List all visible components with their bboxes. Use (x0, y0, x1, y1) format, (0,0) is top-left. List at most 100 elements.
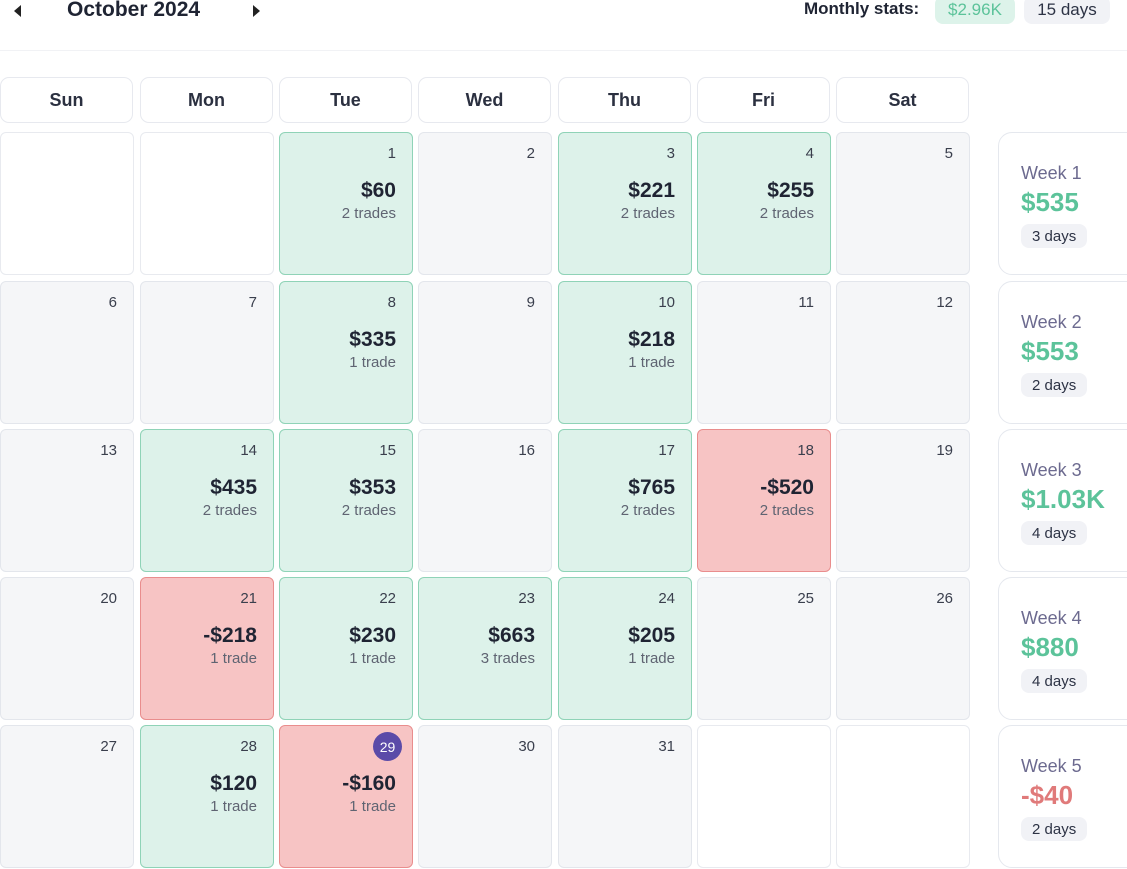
day-number: 19 (936, 442, 953, 459)
day-pnl-amount: $663 (488, 624, 535, 647)
day-trade-count: 1 trade (210, 650, 257, 667)
day-pnl-amount: $765 (628, 476, 675, 499)
day-number: 2 (526, 145, 535, 162)
calendar-day-cell[interactable]: 23 $663 3 trades (418, 577, 552, 720)
weekday-header-wed: Wed (418, 77, 551, 123)
day-number: 5 (944, 145, 953, 162)
week-days-badge: 2 days (1021, 817, 1088, 841)
day-trade-count: 2 trades (620, 502, 675, 519)
calendar-day-cell[interactable]: 12 (836, 281, 970, 424)
week-days-badge: 4 days (1021, 669, 1088, 693)
day-pnl-amount: $120 (210, 772, 257, 795)
weekday-header-sat: Sat (836, 77, 969, 123)
calendar-day-cell[interactable]: 31 (558, 725, 692, 868)
calendar-day-cell[interactable]: 2 (418, 132, 552, 275)
weekday-header-fri: Fri (697, 77, 830, 123)
monthly-stats-label: Monthly stats: (804, 0, 920, 18)
day-number: 30 (518, 738, 535, 755)
day-number: 10 (658, 294, 675, 311)
calendar-day-cell[interactable]: 21 -$218 1 trade (140, 577, 274, 720)
day-pnl-amount: $60 (360, 179, 396, 202)
day-trade-count: 2 trades (202, 502, 257, 519)
calendar-day-cell[interactable]: 29 -$160 1 trade (279, 725, 413, 868)
day-number: 23 (518, 590, 535, 607)
day-number: 13 (100, 442, 117, 459)
day-trade-count: 2 trades (759, 205, 814, 222)
day-pnl-amount: $221 (628, 179, 675, 202)
calendar-day-cell[interactable]: 30 (418, 725, 552, 868)
calendar-empty-cell (140, 132, 274, 275)
day-trade-count: 2 trades (759, 502, 814, 519)
week-summary-card[interactable]: Week 2 $553 2 days (998, 281, 1127, 424)
prev-month-button[interactable] (6, 0, 28, 22)
week-pnl-amount: -$40 (1021, 780, 1074, 810)
calendar-day-cell[interactable]: 19 (836, 429, 970, 572)
calendar-day-cell[interactable]: 22 $230 1 trade (279, 577, 413, 720)
day-pnl-amount: -$520 (760, 476, 814, 499)
week-summary-card[interactable]: Week 5 -$40 2 days (998, 725, 1127, 868)
day-pnl-amount: $435 (210, 476, 257, 499)
day-pnl-amount: $255 (767, 179, 814, 202)
week-label: Week 2 (1021, 312, 1082, 332)
day-number: 9 (526, 294, 535, 311)
day-pnl-amount: -$218 (203, 624, 257, 647)
next-month-button[interactable] (245, 0, 267, 22)
day-pnl-amount: $335 (349, 328, 396, 351)
calendar-day-cell[interactable]: 18 -$520 2 trades (697, 429, 831, 572)
week-pnl-amount: $880 (1021, 632, 1079, 662)
day-trade-count: 3 trades (480, 650, 535, 667)
calendar-day-cell[interactable]: 9 (418, 281, 552, 424)
calendar-day-cell[interactable]: 15 $353 2 trades (279, 429, 413, 572)
day-pnl-amount: $353 (349, 476, 396, 499)
calendar-day-cell[interactable]: 11 (697, 281, 831, 424)
day-number: 11 (798, 294, 814, 311)
day-number: 21 (240, 590, 257, 607)
calendar-day-cell[interactable]: 3 $221 2 trades (558, 132, 692, 275)
week-summary-card[interactable]: Week 3 $1.03K 4 days (998, 429, 1127, 572)
day-pnl-amount: $205 (628, 624, 675, 647)
day-number: 15 (379, 442, 396, 459)
day-number: 26 (936, 590, 953, 607)
today-day-number-badge: 29 (373, 732, 402, 761)
week-pnl-amount: $553 (1021, 336, 1079, 366)
week-days-badge: 2 days (1021, 373, 1088, 397)
monthly-stats-amount-badge: $2.96K (935, 0, 1015, 24)
day-pnl-amount: -$160 (342, 772, 396, 795)
day-number: 4 (805, 145, 814, 162)
calendar-day-cell[interactable]: 25 (697, 577, 831, 720)
calendar-day-cell[interactable]: 20 (0, 577, 134, 720)
calendar-day-cell[interactable]: 27 (0, 725, 134, 868)
week-summary-card[interactable]: Week 4 $880 4 days (998, 577, 1127, 720)
calendar-empty-cell (0, 132, 134, 275)
calendar-day-cell[interactable]: 7 (140, 281, 274, 424)
day-number: 17 (658, 442, 675, 459)
calendar-day-cell[interactable]: 13 (0, 429, 134, 572)
day-number: 22 (379, 590, 396, 607)
calendar-day-cell[interactable]: 10 $218 1 trade (558, 281, 692, 424)
calendar-day-cell[interactable]: 16 (418, 429, 552, 572)
calendar-day-cell[interactable]: 6 (0, 281, 134, 424)
day-trade-count: 1 trade (628, 354, 675, 371)
week-label: Week 5 (1021, 756, 1082, 776)
calendar-day-cell[interactable]: 5 (836, 132, 970, 275)
day-number: 24 (658, 590, 675, 607)
calendar-day-cell[interactable]: 17 $765 2 trades (558, 429, 692, 572)
calendar-day-cell[interactable]: 4 $255 2 trades (697, 132, 831, 275)
calendar-day-cell[interactable]: 14 $435 2 trades (140, 429, 274, 572)
weekday-header-thu: Thu (558, 77, 691, 123)
calendar-day-cell[interactable]: 8 $335 1 trade (279, 281, 413, 424)
calendar-empty-cell (836, 725, 970, 868)
calendar-day-cell[interactable]: 1 $60 2 trades (279, 132, 413, 275)
day-trade-count: 2 trades (620, 205, 675, 222)
calendar-day-cell[interactable]: 28 $120 1 trade (140, 725, 274, 868)
day-number: 6 (108, 294, 117, 311)
caret-right-icon (252, 5, 260, 17)
weekday-header-mon: Mon (140, 77, 273, 123)
day-pnl-amount: $218 (628, 328, 675, 351)
week-days-badge: 4 days (1021, 521, 1088, 545)
caret-left-icon (13, 5, 21, 17)
day-trade-count: 1 trade (349, 650, 396, 667)
week-summary-card[interactable]: Week 1 $535 3 days (998, 132, 1127, 275)
calendar-day-cell[interactable]: 26 (836, 577, 970, 720)
calendar-day-cell[interactable]: 24 $205 1 trade (558, 577, 692, 720)
